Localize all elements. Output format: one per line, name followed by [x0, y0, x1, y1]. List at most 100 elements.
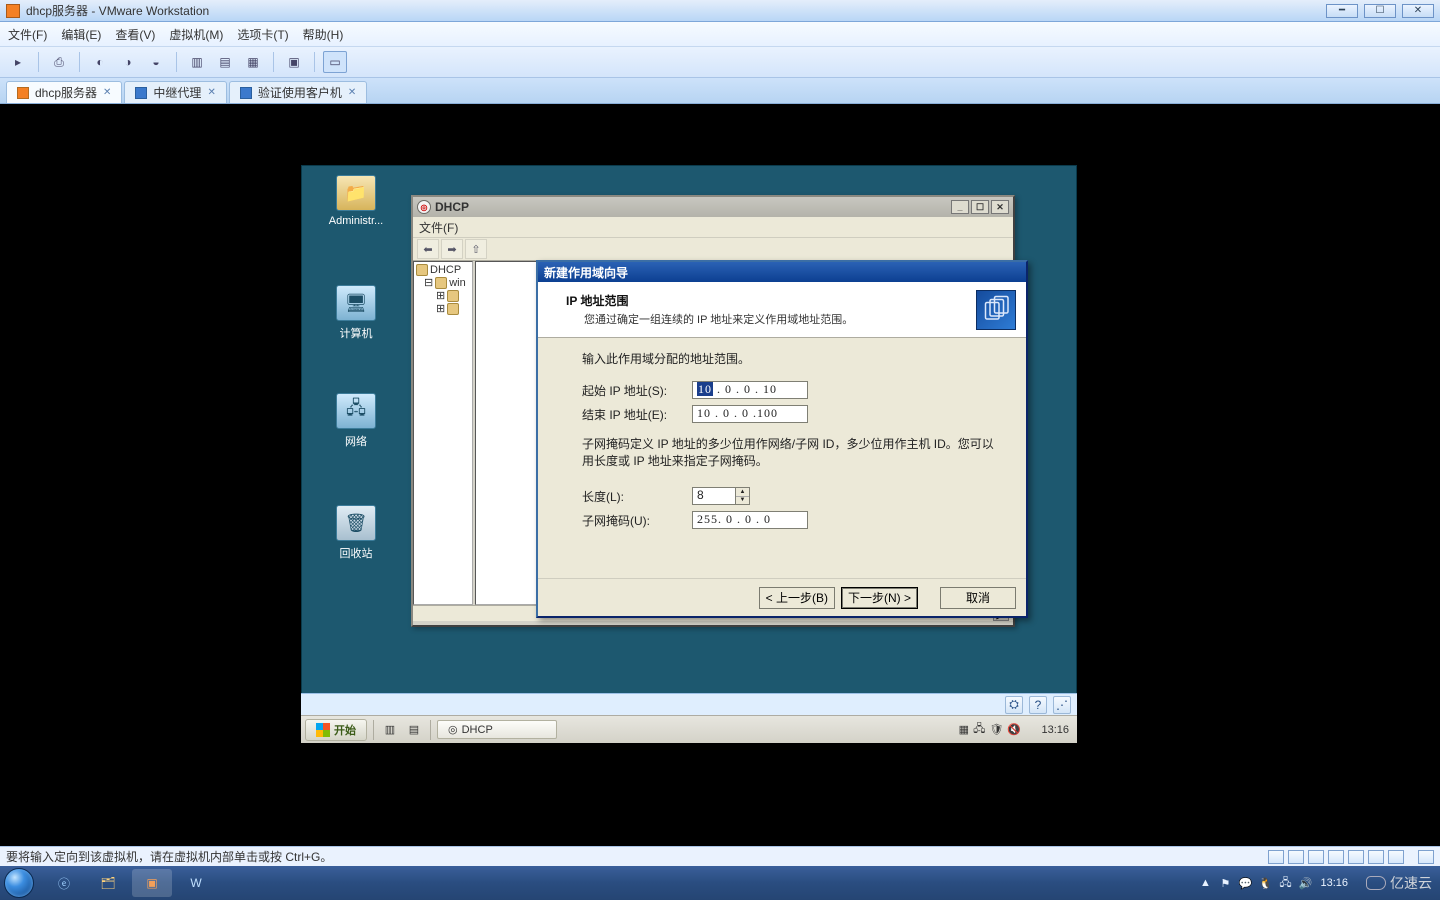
- tree-server[interactable]: ⊟win: [424, 276, 470, 289]
- spin-up-icon[interactable]: ▲: [736, 488, 749, 497]
- quick-launch-icon[interactable]: ▤: [404, 720, 424, 740]
- scope-icon: [447, 303, 459, 315]
- explorer-icon: 🗂: [100, 876, 115, 890]
- folder-icon: 📁: [336, 175, 376, 211]
- menu-tabs[interactable]: 选项卡(T): [237, 26, 288, 43]
- windows-flag-icon: [316, 723, 330, 737]
- power-on-icon[interactable]: ▸: [6, 51, 30, 73]
- menu-edit[interactable]: 编辑(E): [61, 26, 101, 43]
- host-clock[interactable]: 13:16: [1320, 877, 1348, 889]
- taskbar-vmware[interactable]: ▣: [132, 869, 172, 897]
- device-display-icon[interactable]: [1388, 850, 1404, 864]
- tray-vm-icon[interactable]: ▦: [959, 723, 969, 736]
- back-icon[interactable]: ⬅: [417, 239, 439, 259]
- tray-vol-icon[interactable]: 🔊: [1298, 876, 1312, 890]
- end-ip-input[interactable]: 10 . 0 . 0 .100: [692, 405, 808, 423]
- tray-flag-icon[interactable]: ⚑: [1218, 876, 1232, 890]
- unity-icon[interactable]: ▣: [282, 51, 306, 73]
- tray-net-icon[interactable]: 🖧: [1278, 876, 1292, 890]
- dhcp-root-icon: [416, 264, 428, 276]
- view1-icon[interactable]: ▥: [185, 51, 209, 73]
- start-ip-input[interactable]: 10 . 0 . 0 . 10: [692, 381, 808, 399]
- view3-icon[interactable]: ▦: [241, 51, 265, 73]
- tree-pane[interactable]: DHCP ⊟win ⊞ ⊞: [413, 261, 473, 605]
- close-tab-icon[interactable]: ✕: [207, 87, 215, 98]
- snapshot-icon[interactable]: ⎙: [47, 51, 71, 73]
- tray-shield-icon[interactable]: 🛡: [989, 723, 1003, 736]
- vmware-tabstrip: dhcp服务器 ✕ 中继代理 ✕ 验证使用客户机 ✕: [0, 78, 1440, 104]
- taskbar-item-dhcp[interactable]: ◎DHCP: [437, 720, 557, 739]
- tree-child[interactable]: ⊞: [436, 289, 470, 302]
- tree-child[interactable]: ⊞: [436, 302, 470, 315]
- mmc-minimize-button[interactable]: _: [951, 200, 969, 214]
- minimize-button[interactable]: ━: [1326, 4, 1358, 18]
- menu-help[interactable]: 帮助(H): [303, 26, 344, 43]
- device-nic-icon[interactable]: [1308, 850, 1324, 864]
- desktop-icon-computer[interactable]: 🖥 计算机: [319, 285, 393, 341]
- device-printer-icon[interactable]: [1368, 850, 1384, 864]
- spin-down-icon[interactable]: ▼: [736, 497, 749, 505]
- device-msg-icon[interactable]: [1418, 850, 1434, 864]
- wizard-titlebar[interactable]: 新建作用域向导: [538, 262, 1026, 282]
- tab-dhcp-server[interactable]: dhcp服务器 ✕: [6, 81, 122, 103]
- system-tray[interactable]: ▦ 🖧 🛡 🔇 13:16: [955, 720, 1073, 739]
- menu-file[interactable]: 文件(F): [8, 26, 47, 43]
- close-tab-icon[interactable]: ✕: [348, 87, 356, 98]
- snap2-icon[interactable]: ◑: [116, 51, 140, 73]
- show-desktop-icon[interactable]: ▥: [380, 720, 400, 740]
- pinned-explorer[interactable]: 🗂: [88, 869, 128, 897]
- vm-tools-icon[interactable]: ⛭: [1005, 696, 1023, 714]
- back-button[interactable]: < 上一步(B): [759, 587, 835, 609]
- close-tab-icon[interactable]: ✕: [103, 87, 111, 98]
- tray-chat-icon[interactable]: 💬: [1238, 876, 1252, 890]
- guest-clock[interactable]: 13:16: [1025, 724, 1069, 736]
- cancel-button[interactable]: 取消: [940, 587, 1016, 609]
- subnet-mask-input[interactable]: 255. 0 . 0 . 0: [692, 511, 808, 529]
- menu-vm[interactable]: 虚拟机(M): [169, 26, 223, 43]
- desktop-icon-network[interactable]: 🖧 网络: [319, 393, 393, 449]
- menu-view[interactable]: 查看(V): [115, 26, 155, 43]
- mmc-maximize-button[interactable]: ☐: [971, 200, 989, 214]
- mmc-close-button[interactable]: ✕: [991, 200, 1009, 214]
- up-icon[interactable]: ⇧: [465, 239, 487, 259]
- length-spinner[interactable]: ▲▼: [736, 487, 750, 505]
- device-hdd-icon[interactable]: [1268, 850, 1284, 864]
- next-button[interactable]: 下一步(N) >: [841, 587, 918, 609]
- start-orb[interactable]: [4, 868, 34, 898]
- ie-icon: ⓔ: [58, 875, 70, 892]
- device-usb-icon[interactable]: [1328, 850, 1344, 864]
- mmc-menu-file[interactable]: 文件(F): [419, 219, 458, 236]
- wizard-body: 输入此作用域分配的地址范围。 起始 IP 地址(S): 10 . 0 . 0 .…: [538, 338, 1026, 580]
- mmc-titlebar[interactable]: ◎ DHCP _ ☐ ✕: [413, 197, 1013, 217]
- vmware-titlebar: dhcp服务器 - VMware Workstation ━ ☐ ✕: [0, 0, 1440, 22]
- guest-desktop[interactable]: 📁 Administr... 🖥 计算机 🖧 网络 🗑 回收站 ◎ DHCP _…: [300, 164, 1078, 744]
- start-ip-label: 起始 IP 地址(S):: [582, 382, 692, 399]
- desktop-icon-recycle[interactable]: 🗑 回收站: [319, 505, 393, 561]
- forward-icon[interactable]: ➡: [441, 239, 463, 259]
- guest-status-row: ⛭ ? ⋰: [301, 693, 1077, 715]
- view2-icon[interactable]: ▤: [213, 51, 237, 73]
- tray-sound-icon[interactable]: 🔇: [1007, 723, 1021, 736]
- tray-up-icon[interactable]: ▲: [1198, 876, 1212, 890]
- length-input[interactable]: 8: [692, 487, 736, 505]
- pinned-ie[interactable]: ⓔ: [44, 869, 84, 897]
- taskbar-word[interactable]: W: [176, 869, 216, 897]
- tree-root[interactable]: DHCP: [416, 264, 470, 276]
- tray-net-icon[interactable]: 🖧: [973, 720, 985, 739]
- vm-help-icon[interactable]: ?: [1029, 696, 1047, 714]
- device-sound-icon[interactable]: [1348, 850, 1364, 864]
- desktop-icon-admin[interactable]: 📁 Administr...: [319, 175, 393, 227]
- host-system-tray[interactable]: ▲ ⚑ 💬 🐧 🖧 🔊: [1198, 876, 1312, 890]
- maximize-button[interactable]: ☐: [1364, 4, 1396, 18]
- fullscreen-icon[interactable]: ▭: [323, 51, 347, 73]
- start-button[interactable]: 开始: [305, 719, 367, 741]
- wizard-header-title: IP 地址范围: [566, 292, 976, 309]
- snap-mgr-icon[interactable]: ◒: [144, 51, 168, 73]
- snap1-icon[interactable]: ◐: [88, 51, 112, 73]
- vmware-icon: ▣: [146, 876, 157, 890]
- close-button[interactable]: ✕: [1402, 4, 1434, 18]
- tray-qq-icon[interactable]: 🐧: [1258, 876, 1272, 890]
- tab-verify-client[interactable]: 验证使用客户机 ✕: [229, 81, 367, 103]
- tab-relay-agent[interactable]: 中继代理 ✕: [124, 81, 226, 103]
- device-cd-icon[interactable]: [1288, 850, 1304, 864]
